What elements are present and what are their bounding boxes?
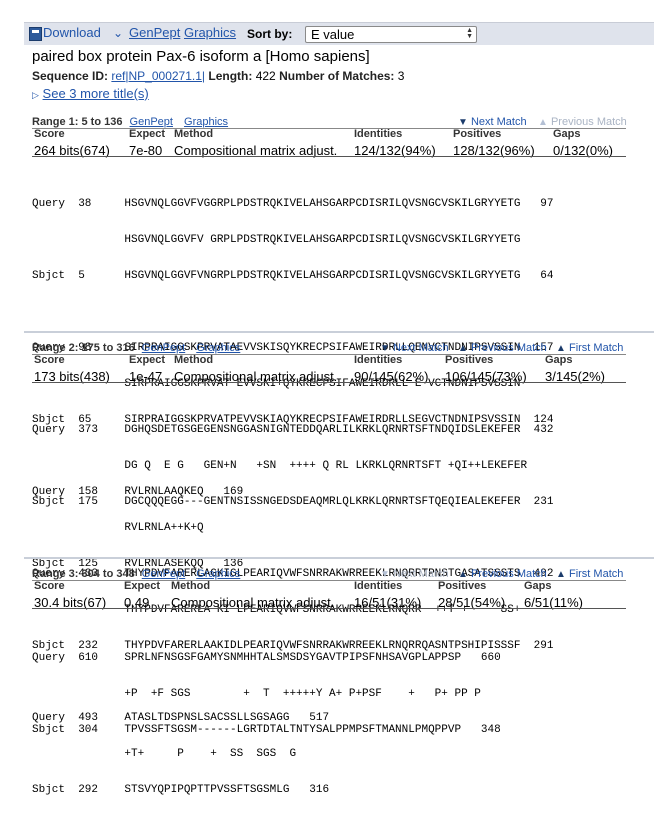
- sequence-id-link[interactable]: ref|NP_000271.1|: [111, 69, 205, 83]
- gaps-header: Gaps: [553, 128, 581, 140]
- up-triangle-icon: ▲: [458, 569, 468, 580]
- alignment-line: Query 38 HSGVNQLGGVFVGGRPLPDSTRQKIVELAHS…: [32, 198, 554, 210]
- range-3-alignment: Query 610 SPRLNFNSGSFGAMYSNMHHTALSMSDSYG…: [32, 628, 501, 760]
- chevron-down-icon[interactable]: ⌄: [113, 26, 123, 40]
- gaps-header: Gaps: [524, 580, 552, 592]
- sort-by-label: Sort by:: [247, 27, 293, 41]
- range-3-next-match: ▼ Next Match: [380, 568, 449, 580]
- hit-meta: Sequence ID: ref|NP_000271.1| Length: 42…: [32, 69, 404, 83]
- hit-title: paired box protein Pax-6 isoform a [Homo…: [32, 48, 370, 65]
- gaps-header: Gaps: [545, 354, 573, 366]
- floppy-disk-icon[interactable]: [29, 27, 42, 41]
- range-3-graphics-link[interactable]: Graphics: [196, 568, 240, 580]
- range-2-genpept-link[interactable]: GenPept: [142, 342, 185, 354]
- positives-header: Positives: [445, 354, 494, 366]
- range-1-genpept-link[interactable]: GenPept: [130, 116, 173, 128]
- range-2-previous-match[interactable]: ▲ Previous Match: [458, 342, 547, 354]
- range-1-score-table: Score Expect Method Identities Positives…: [32, 128, 626, 158]
- range-1-header: Range 1: 5 to 136 GenPept Graphics: [32, 116, 228, 128]
- up-triangle-icon: ▲: [538, 117, 548, 128]
- positives-header: Positives: [453, 128, 502, 140]
- range-2-score-table: Score Expect Method Identities Positives…: [32, 354, 626, 384]
- range-2-label: Range 2: 175 to 316: [32, 342, 135, 354]
- method-header: Method: [174, 128, 214, 140]
- range-3-genpept-link[interactable]: GenPept: [142, 568, 185, 580]
- length-value: 422: [255, 69, 276, 83]
- range-2-first-match[interactable]: ▲ First Match: [556, 342, 623, 354]
- up-triangle-icon: ▲: [556, 569, 566, 580]
- graphics-link[interactable]: Graphics: [184, 25, 236, 40]
- up-triangle-icon: ▲: [556, 343, 566, 354]
- alignment-line: Query 373 DGHQSDETGSGEGENSNGGASNIGNTEDDQ…: [32, 424, 554, 436]
- expect-header: Expect: [124, 580, 161, 592]
- more-titles[interactable]: ▷ See 3 more title(s): [32, 86, 149, 101]
- length-label: Length:: [208, 69, 253, 83]
- alignment-line: Sbjct 5 HSGVNQLGGVFVNGRPLPDSTRQKIVELAHSG…: [32, 270, 554, 282]
- matches-label: Number of Matches:: [279, 69, 395, 83]
- identities-header: Identities: [354, 354, 403, 366]
- alignment-line: Sbjct 292 STSVYQPIPQPTTPVSSFTSGSMLG 316: [32, 784, 330, 796]
- positives-header: Positives: [438, 580, 487, 592]
- alignment-line: Sbjct 175 DGCQQQEGG---GENTNSISSNGEDSDEAQ…: [32, 496, 554, 508]
- range-2-header: Range 2: 175 to 316 GenPept Graphics: [32, 342, 240, 354]
- range-1-previous-match: ▲ Previous Match: [538, 116, 627, 128]
- range-1-next-match[interactable]: ▼ Next Match: [458, 116, 527, 128]
- range-3-score-table: Score Expect Method Identities Positives…: [32, 580, 626, 610]
- sequence-id-label: Sequence ID:: [32, 69, 109, 83]
- range-3-label: Range 3: 304 to 348: [32, 568, 135, 580]
- alignment-line: [32, 532, 554, 544]
- score-header: Score: [34, 580, 65, 592]
- alignment-line: +P +F SGS + T +++++Y A+ P+PSF + P+ PP P: [32, 688, 481, 700]
- download-button[interactable]: Download: [43, 25, 101, 40]
- score-header: Score: [34, 128, 65, 140]
- range-3-previous-match[interactable]: ▲ Previous Match: [458, 568, 547, 580]
- results-toolbar: Download ⌄ GenPept Graphics Sort by: E v…: [24, 22, 654, 45]
- range-divider: [24, 331, 654, 333]
- genpept-link[interactable]: GenPept: [129, 25, 180, 40]
- identities-header: Identities: [354, 580, 403, 592]
- matches-value: 3: [397, 69, 405, 83]
- expect-header: Expect: [129, 128, 166, 140]
- alignment-line: [32, 306, 554, 318]
- method-header: Method: [171, 580, 211, 592]
- identities-header: Identities: [354, 128, 403, 140]
- sort-by-select[interactable]: E value ▲ ▼: [305, 26, 477, 43]
- select-arrows-icon: ▲ ▼: [466, 27, 473, 40]
- range-3-header: Range 3: 304 to 348 GenPept Graphics: [32, 568, 240, 580]
- expand-triangle-icon: ▷: [32, 90, 39, 100]
- range-3-first-match[interactable]: ▲ First Match: [556, 568, 623, 580]
- alignment-line: Query 610 SPRLNFNSGSFGAMYSNMHHTALSMSDSYG…: [32, 652, 501, 664]
- range-2-next-match[interactable]: ▼ Next Match: [380, 342, 449, 354]
- down-triangle-icon: ▼: [458, 117, 468, 128]
- alignment-line: DG Q E G GEN+N +SN ++++ Q RL LKRKLQRNRTS…: [32, 460, 528, 472]
- up-triangle-icon: ▲: [458, 343, 468, 354]
- down-triangle-icon: ▼: [380, 569, 390, 580]
- down-triangle-icon: ▼: [380, 343, 390, 354]
- range-divider: [24, 557, 654, 559]
- range-1-label: Range 1: 5 to 136: [32, 116, 123, 128]
- more-titles-link[interactable]: See 3 more title(s): [43, 86, 149, 101]
- range-1-graphics-link[interactable]: Graphics: [184, 116, 228, 128]
- expect-header: Expect: [129, 354, 166, 366]
- range-2-graphics-link[interactable]: Graphics: [196, 342, 240, 354]
- sort-by-value: E value: [311, 27, 355, 42]
- alignment-line: HSGVNQLGGVFV GRPLPDSTRQKIVELAHSGARPCDISR…: [32, 234, 521, 246]
- method-header: Method: [174, 354, 214, 366]
- score-header: Score: [34, 354, 65, 366]
- alignment-line: Sbjct 304 TPVSSFTSGSM------LGRTDTALTNTYS…: [32, 724, 501, 736]
